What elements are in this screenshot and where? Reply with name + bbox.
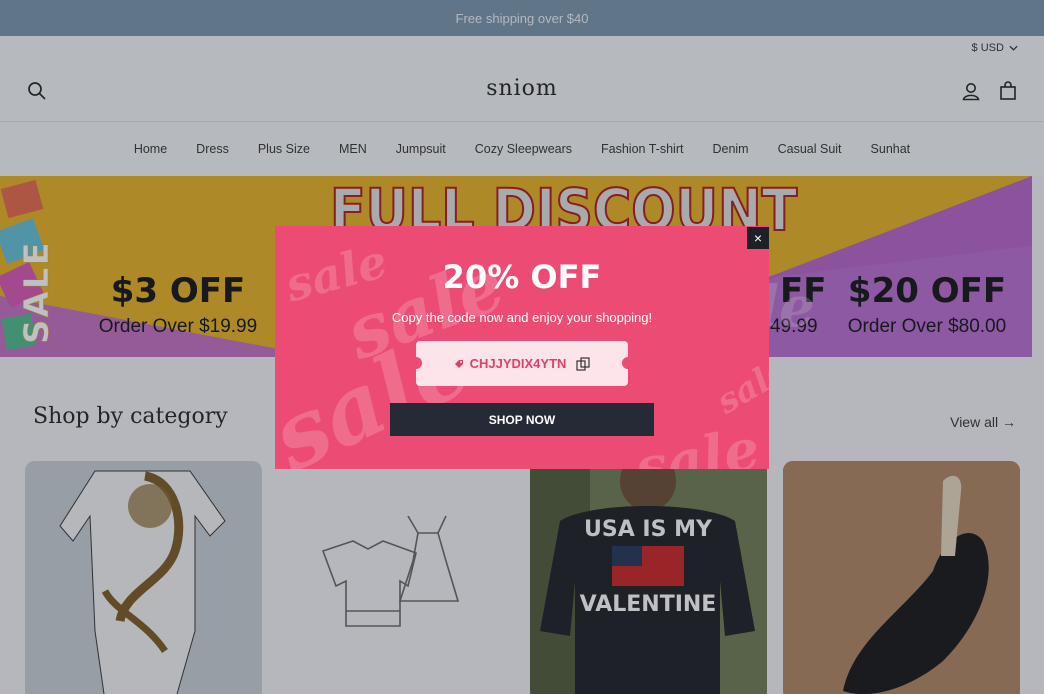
- discount-popup: sale sale sale sale sale 20% OFF Copy th…: [275, 226, 769, 469]
- close-icon[interactable]: ×: [747, 227, 769, 249]
- coupon-code-box[interactable]: CHJJYDIX4YTN: [410, 341, 634, 386]
- popup-title: 20% OFF: [442, 258, 602, 296]
- shop-now-button[interactable]: SHOP NOW: [390, 403, 654, 436]
- copy-icon[interactable]: [576, 356, 591, 371]
- popup-subtitle: Copy the code now and enjoy your shoppin…: [391, 310, 653, 325]
- coupon-code: CHJJYDIX4YTN: [469, 356, 567, 371]
- popup-watermark: sale: [710, 349, 769, 423]
- tag-icon: [454, 359, 463, 368]
